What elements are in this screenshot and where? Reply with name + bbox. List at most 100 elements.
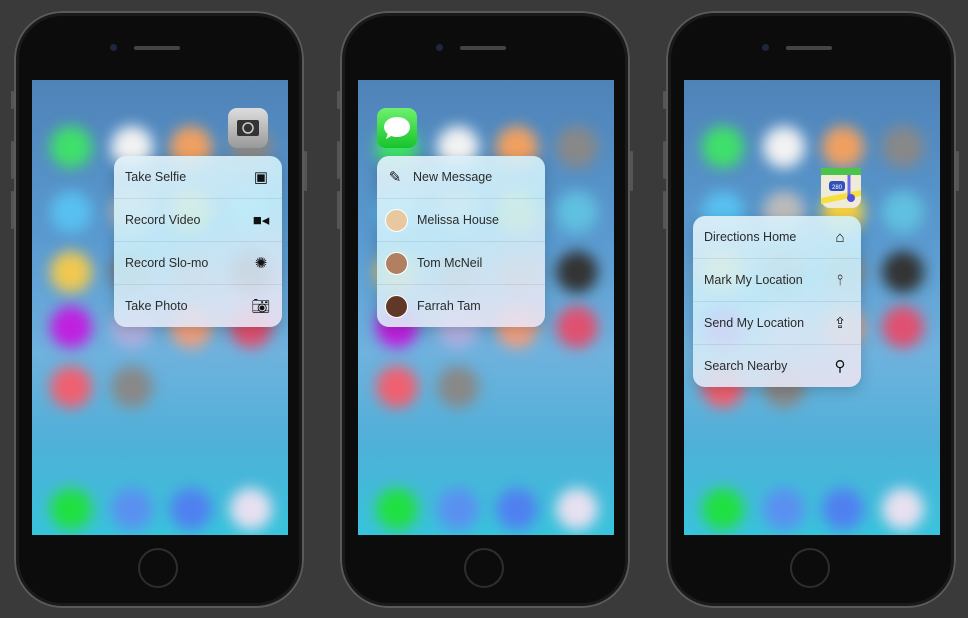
search-icon: ⚲ [834, 358, 846, 375]
blurred-app-icon [556, 126, 598, 168]
quick-actions-menu: Directions Home ⌂ Mark My Location ⫯ Send My… [693, 216, 861, 387]
side-button [11, 91, 14, 109]
blurred-app-icon [822, 126, 864, 168]
pin-icon: ⫯ [836, 271, 844, 289]
share-icon: ⇪ [833, 315, 847, 332]
blurred-dock-icon [763, 488, 805, 530]
quick-action-label: Mark My Location [704, 273, 803, 287]
quick-action-label: Tom McNeil [417, 256, 483, 270]
quick-action-record-slo-mo[interactable]: Record Slo-mo ✺ [114, 242, 282, 285]
blurred-dock-icon [230, 488, 272, 530]
contact-avatar [385, 294, 408, 318]
quick-action-take-photo[interactable]: Take Photo 📷︎ [114, 285, 282, 327]
blurred-app-icon [376, 366, 418, 408]
home-button[interactable] [138, 548, 178, 588]
quick-action-record-video[interactable]: Record Video ■◂ [114, 199, 282, 242]
side-button [11, 191, 14, 229]
blurred-dock-icon [437, 488, 479, 530]
maps-app-icon[interactable]: 280 [821, 168, 861, 208]
side-button [337, 191, 340, 229]
blurred-app-icon [50, 251, 92, 293]
side-button [304, 151, 307, 191]
contact-avatar [385, 208, 408, 232]
blurred-dock-icon [882, 488, 924, 530]
blurred-dock-icon [111, 488, 153, 530]
video-camera-icon: ■◂ [252, 212, 270, 229]
earpiece-speaker [134, 46, 180, 50]
iphone: 280 Directions Home ⌂ Mark My Location ⫯ Send… [663, 11, 959, 608]
quick-action-label: Take Photo [125, 299, 188, 313]
blurred-app-icon [50, 306, 92, 348]
side-button [663, 141, 666, 179]
blurred-app-icon [882, 126, 924, 168]
side-button [663, 91, 666, 109]
quick-action-new-message[interactable]: ✎ New Message [377, 156, 545, 199]
quick-action-take-selfie[interactable]: Take Selfie ▣ [114, 156, 282, 199]
blurred-app-icon [50, 366, 92, 408]
camera-app-icon[interactable] [228, 108, 268, 148]
blurred-app-icon [111, 366, 153, 408]
contact-avatar [385, 251, 408, 275]
quick-action-label: Search Nearby [704, 359, 788, 373]
earpiece-speaker [460, 46, 506, 50]
iphone: ✎ New Message Melissa House Tom McNeil Farra… [337, 11, 633, 608]
earpiece-speaker [786, 46, 832, 50]
quick-action-label: Send My Location [704, 316, 805, 330]
slo-mo-icon: ✺ [254, 255, 268, 272]
messages-app-icon[interactable] [377, 108, 417, 148]
quick-action-directions-home[interactable]: Directions Home ⌂ [693, 216, 861, 259]
side-button [956, 151, 959, 191]
blurred-app-icon [556, 191, 598, 233]
blurred-app-icon [882, 251, 924, 293]
side-button [337, 91, 340, 109]
blurred-dock-icon [556, 488, 598, 530]
blurred-app-icon [882, 306, 924, 348]
blurred-dock-icon [170, 488, 212, 530]
quick-actions-menu: Take Selfie ▣ Record Video ■◂ Record Slo-mo ✺… [114, 156, 282, 327]
side-button [663, 191, 666, 229]
blurred-app-icon [437, 366, 479, 408]
compose-icon: ✎ [388, 169, 402, 186]
quick-action-farrah-tam[interactable]: Farrah Tam [377, 285, 545, 327]
quick-action-label: Melissa House [417, 213, 499, 227]
quick-action-send-my-location[interactable]: Send My Location ⇪ [693, 302, 861, 345]
blurred-app-icon [763, 126, 805, 168]
blurred-dock-icon [702, 488, 744, 530]
camera-icon: 📷︎ [251, 298, 271, 315]
front-camera [436, 44, 443, 51]
highway-shield-label: 280 [832, 185, 843, 191]
quick-action-search-nearby[interactable]: Search Nearby ⚲ [693, 345, 861, 387]
home-screen: 280 Directions Home ⌂ Mark My Location ⫯ Send… [684, 80, 940, 535]
home-button[interactable] [464, 548, 504, 588]
quick-action-mark-my-location[interactable]: Mark My Location ⫯ [693, 259, 861, 302]
quick-action-label: Record Video [125, 213, 201, 227]
blurred-app-icon [50, 126, 92, 168]
front-camera [762, 44, 769, 51]
blurred-app-icon [556, 306, 598, 348]
blurred-dock-icon [822, 488, 864, 530]
blurred-dock-icon [50, 488, 92, 530]
blurred-dock-icon [496, 488, 538, 530]
blurred-app-icon [556, 251, 598, 293]
blurred-dock-icon [376, 488, 418, 530]
quick-action-label: Take Selfie [125, 170, 187, 184]
side-button [337, 141, 340, 179]
blurred-app-icon [882, 191, 924, 233]
home-button[interactable] [790, 548, 830, 588]
quick-action-melissa-house[interactable]: Melissa House [377, 199, 545, 242]
quick-action-label: Record Slo-mo [125, 256, 209, 270]
quick-action-label: New Message [413, 170, 493, 184]
side-button [11, 141, 14, 179]
side-button [630, 151, 633, 191]
selfie-portrait-icon: ▣ [253, 169, 269, 186]
home-screen: ✎ New Message Melissa House Tom McNeil Farra… [358, 80, 614, 535]
iphone: Take Selfie ▣ Record Video ■◂ Record Slo-mo ✺… [11, 11, 307, 608]
quick-actions-menu: ✎ New Message Melissa House Tom McNeil Farra… [377, 156, 545, 327]
quick-action-label: Farrah Tam [417, 299, 481, 313]
blurred-app-icon [702, 126, 744, 168]
blurred-app-icon [50, 191, 92, 233]
quick-action-label: Directions Home [704, 230, 797, 244]
home-screen: Take Selfie ▣ Record Video ■◂ Record Slo-mo ✺… [32, 80, 288, 535]
quick-action-tom-mcneil[interactable]: Tom McNeil [377, 242, 545, 285]
front-camera [110, 44, 117, 51]
